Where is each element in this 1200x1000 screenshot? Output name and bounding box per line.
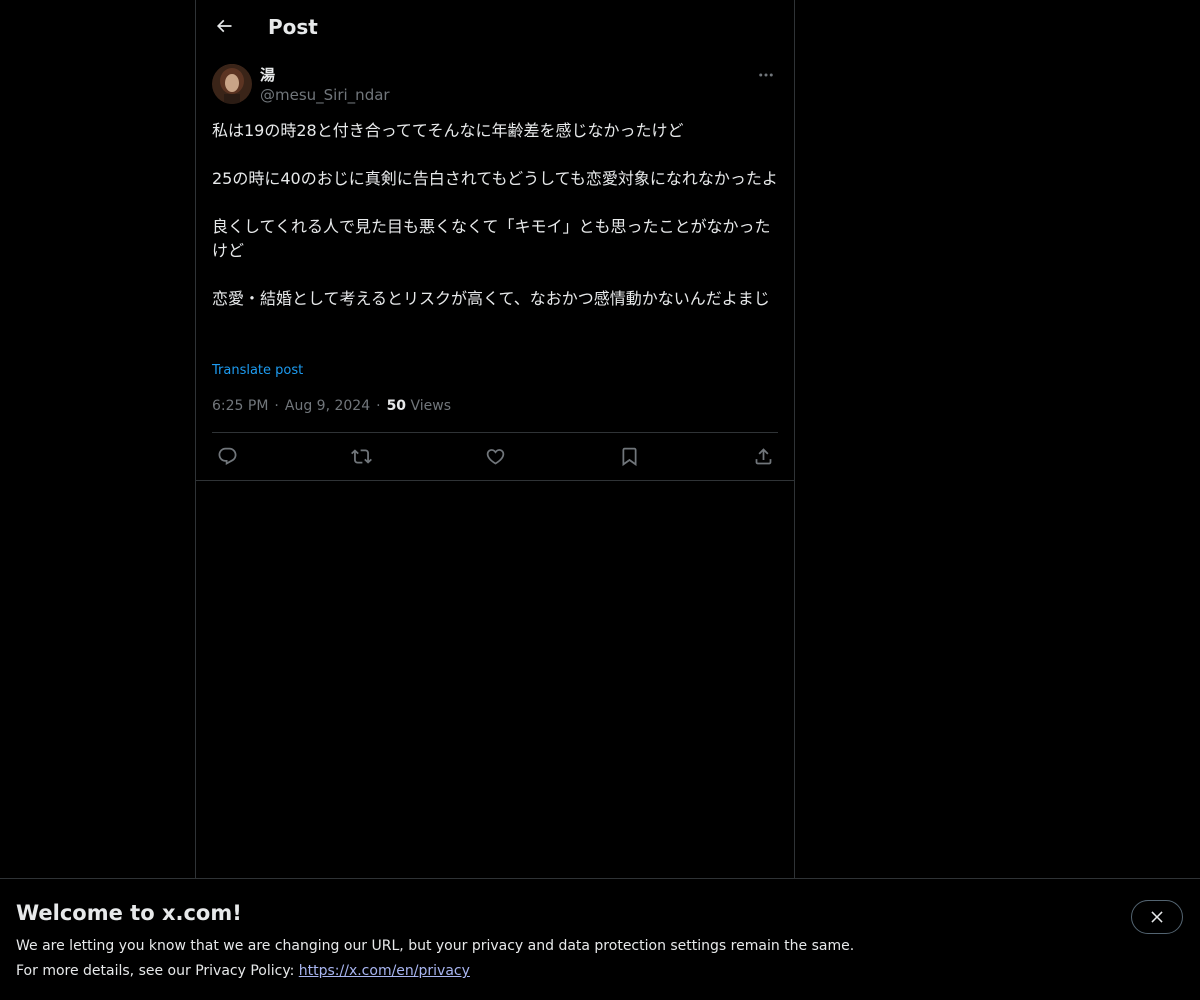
- repost-icon: [350, 448, 372, 464]
- back-button[interactable]: [206, 8, 242, 44]
- banner-message: We are letting you know that we are chan…: [16, 938, 855, 954]
- like-button[interactable]: [480, 444, 510, 468]
- avatar-image: [212, 64, 252, 104]
- primary-column: Post 湯 @mesu_Siri_ndar 私は19の時28と付き合っててそん…: [195, 0, 795, 878]
- divider: [212, 432, 778, 433]
- post-paragraph: 25の時に40のおじに真剣に告白されてもどうしても恋愛対象になれなかったよ: [212, 169, 778, 188]
- author-handle[interactable]: @mesu_Siri_ndar: [260, 85, 390, 105]
- avatar[interactable]: [212, 64, 252, 104]
- share-icon: [755, 447, 771, 464]
- arrow-left-icon: [216, 19, 232, 33]
- page-header: Post: [196, 0, 794, 53]
- close-icon: [1151, 911, 1163, 923]
- more-horizontal-icon: [759, 73, 773, 77]
- post-author[interactable]: 湯 @mesu_Siri_ndar: [260, 65, 390, 105]
- post-text: 私は19の時28と付き合っててそんなに年齢差を感じなかったけど 25の時に40の…: [212, 119, 778, 311]
- views-label: Views: [410, 398, 452, 414]
- more-options-button[interactable]: [754, 64, 778, 86]
- privacy-policy-link[interactable]: https://x.com/en/privacy: [299, 963, 470, 979]
- meta-separator: ·: [376, 398, 381, 414]
- meta-separator: ·: [274, 398, 279, 414]
- repost-button[interactable]: [346, 444, 376, 468]
- reply-button[interactable]: [212, 444, 242, 468]
- reply-icon: [218, 447, 236, 465]
- post-paragraph: 恋愛・結婚として考えるとリスクが高くて、なおかつ感情動かないんだよまじ: [212, 289, 770, 308]
- page-title: Post: [268, 15, 318, 39]
- post-paragraph: 良くしてくれる人で見た目も悪くなくて「キモイ」とも思ったことがなかったけど: [212, 217, 771, 260]
- banner-privacy-prefix: For more details, see our Privacy Policy…: [16, 963, 299, 979]
- welcome-banner: Welcome to x.com! We are letting you kno…: [0, 878, 1200, 1000]
- share-button[interactable]: [748, 444, 778, 468]
- post-actions: [212, 444, 778, 468]
- post-metadata: 6:25 PM · Aug 9, 2024 · 50 Views: [212, 396, 451, 416]
- banner-privacy-line: For more details, see our Privacy Policy…: [16, 961, 470, 981]
- views-count: 50: [386, 398, 407, 414]
- bookmark-button[interactable]: [614, 444, 644, 468]
- bookmark-icon: [622, 447, 636, 466]
- post-paragraph: 私は19の時28と付き合っててそんなに年齢差を感じなかったけど: [212, 121, 684, 140]
- post-bottom-border: [196, 480, 794, 481]
- close-banner-button[interactable]: [1131, 900, 1183, 934]
- post-time[interactable]: 6:25 PM: [212, 398, 268, 414]
- post-date[interactable]: Aug 9, 2024: [285, 398, 370, 414]
- translate-post-link[interactable]: Translate post: [212, 362, 303, 380]
- heart-icon: [486, 448, 504, 465]
- banner-title: Welcome to x.com!: [16, 901, 242, 925]
- author-display-name[interactable]: 湯: [260, 65, 390, 85]
